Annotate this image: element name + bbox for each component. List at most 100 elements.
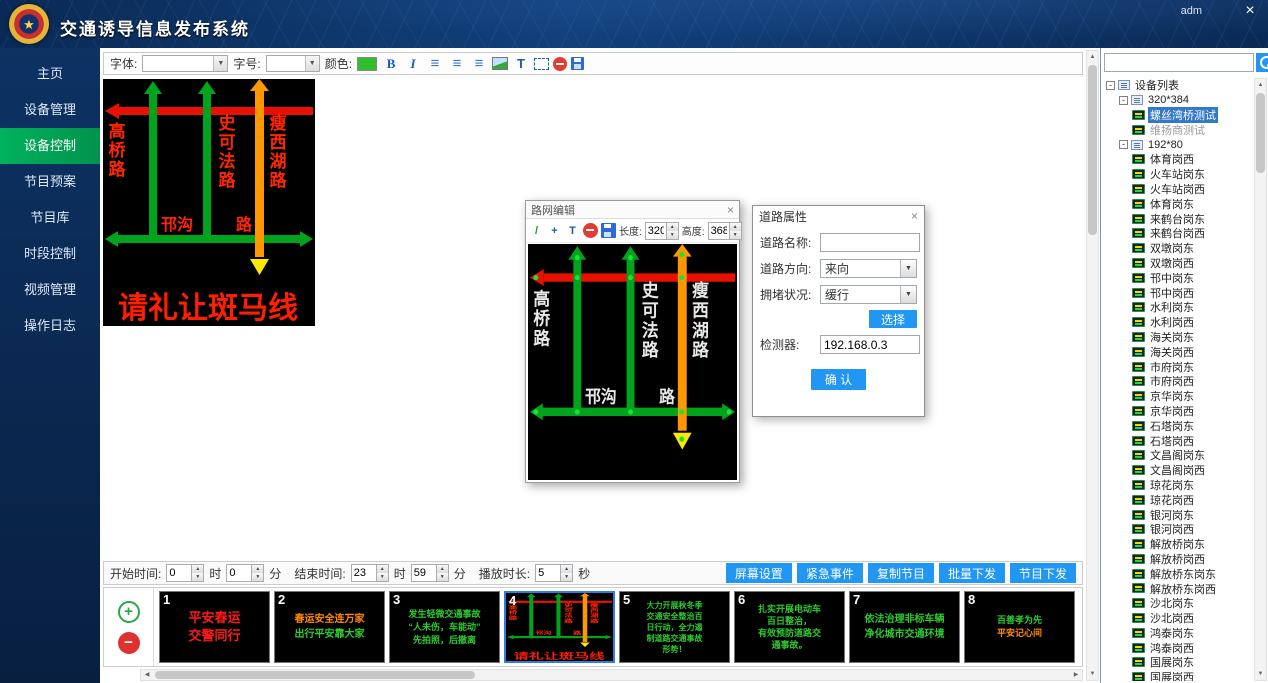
sidebar-item-device-management[interactable]: 设备管理 <box>0 92 100 128</box>
sidebar-item-operation-log[interactable]: 操作日志 <box>0 308 100 344</box>
tree-item-1-8[interactable]: 邗中岗东 <box>1103 270 1252 285</box>
tree-item-1-33[interactable]: 鸿泰岗西 <box>1103 640 1252 655</box>
copy-program-button[interactable]: 复制节目 <box>868 563 934 583</box>
tree-item-1-22[interactable]: 琼花岗东 <box>1103 478 1252 493</box>
device-search-input[interactable] <box>1104 53 1254 72</box>
tree-item-1-7[interactable]: 双墩岗西 <box>1103 256 1252 271</box>
sidebar-item-time-control[interactable]: 时段控制 <box>0 236 100 272</box>
tree-item-1-18[interactable]: 石塔岗东 <box>1103 418 1252 433</box>
editor-title-bar[interactable]: 路网编辑 × <box>526 201 739 219</box>
scrollbar-thumb[interactable] <box>155 671 475 679</box>
spin-down-icon[interactable]: ▼ <box>667 231 678 239</box>
spin-up-icon[interactable]: ▲ <box>667 223 678 231</box>
spin-down-icon[interactable]: ▼ <box>252 573 263 581</box>
tree-item-0-1[interactable]: 维扬商测试 <box>1103 122 1252 137</box>
spin-down-icon[interactable]: ▼ <box>561 573 572 581</box>
tree-item-1-0[interactable]: 体育岗西 <box>1103 152 1252 167</box>
batch-send-button[interactable]: 批量下发 <box>939 563 1005 583</box>
road-name-input[interactable] <box>820 233 920 252</box>
tree-item-1-23[interactable]: 琼花岗西 <box>1103 492 1252 507</box>
tree-item-0-0[interactable]: 螺丝湾桥测试 <box>1103 108 1252 123</box>
tree-item-1-9[interactable]: 邗中岗西 <box>1103 285 1252 300</box>
sidebar-item-device-control[interactable]: 设备控制 <box>0 128 100 164</box>
program-thumbnail-8[interactable]: 8百善孝为先平安记心间 <box>964 591 1075 663</box>
editor-close-icon[interactable]: × <box>727 203 734 217</box>
horizontal-scrollbar[interactable]: ◀ ▶ <box>140 669 1083 681</box>
sidebar-item-video-management[interactable]: 视频管理 <box>0 272 100 308</box>
emergency-event-button[interactable]: 紧急事件 <box>797 563 863 583</box>
tree-root[interactable]: -设备列表 <box>1103 78 1252 93</box>
program-thumbnail-1[interactable]: 1平安春运交警同行 <box>159 591 270 663</box>
tree-item-1-27[interactable]: 解放桥岗西 <box>1103 552 1252 567</box>
detector-input[interactable] <box>820 335 920 354</box>
remove-program-button[interactable]: − <box>118 632 140 654</box>
scroll-up-icon[interactable]: ▲ <box>1255 79 1266 91</box>
tree-item-1-16[interactable]: 京华岗东 <box>1103 389 1252 404</box>
spin-up-icon[interactable]: ▲ <box>730 223 741 231</box>
tree-item-1-6[interactable]: 双墩岗东 <box>1103 241 1252 256</box>
editor-map-canvas[interactable]: 高桥路史可法路瘦西湖路邗沟路 <box>528 244 737 480</box>
tree-item-1-3[interactable]: 体育岗东 <box>1103 196 1252 211</box>
tree-item-1-4[interactable]: 来鹤台岗东 <box>1103 211 1252 226</box>
tree-item-1-28[interactable]: 解放桥东岗东 <box>1103 566 1252 581</box>
save-icon[interactable] <box>601 223 616 238</box>
main-vertical-scrollbar[interactable]: ▲ ▼ <box>1086 50 1099 681</box>
tree-item-1-21[interactable]: 文昌阁岗西 <box>1103 463 1252 478</box>
program-send-button[interactable]: 节目下发 <box>1010 563 1076 583</box>
tree-item-1-35[interactable]: 国展岗西 <box>1103 670 1252 681</box>
end-minute-input[interactable] <box>412 565 436 581</box>
italic-icon[interactable]: I <box>404 55 422 73</box>
scroll-down-icon[interactable]: ▼ <box>1255 668 1266 680</box>
scroll-right-icon[interactable]: ▶ <box>1070 670 1082 680</box>
start-hour-input[interactable] <box>167 565 191 581</box>
color-swatch[interactable] <box>357 57 377 71</box>
insert-image-icon[interactable] <box>492 57 508 70</box>
delete-icon[interactable] <box>583 223 598 238</box>
duration-input[interactable] <box>536 565 560 581</box>
font-family-select[interactable]: ▼ <box>142 55 228 72</box>
tree-expander-icon[interactable]: - <box>1119 96 1128 105</box>
tree-item-1-12[interactable]: 海关岗东 <box>1103 330 1252 345</box>
spin-up-icon[interactable]: ▲ <box>377 565 388 573</box>
choose-button[interactable]: 选择 <box>869 310 917 328</box>
spin-up-icon[interactable]: ▲ <box>252 565 263 573</box>
move-tool-icon[interactable]: + <box>547 223 562 238</box>
tree-item-1-30[interactable]: 沙北岗东 <box>1103 596 1252 611</box>
line-tool-icon[interactable]: / <box>529 223 544 238</box>
user-name[interactable]: adm <box>1181 5 1202 17</box>
tree-item-1-1[interactable]: 火车站岗东 <box>1103 167 1252 182</box>
properties-close-icon[interactable]: × <box>911 209 918 223</box>
tree-vertical-scrollbar[interactable]: ▲ ▼ <box>1254 78 1267 681</box>
height-input[interactable] <box>709 223 729 239</box>
scroll-left-icon[interactable]: ◀ <box>141 670 153 680</box>
text-tool-icon[interactable]: T <box>565 223 580 238</box>
congestion-select[interactable]: 缓行▼ <box>820 285 917 304</box>
program-thumbnail-5[interactable]: 5大力开展秋冬季交通安全整治百日行动，全力遏制道路交通事故形势！ <box>619 591 730 663</box>
program-thumbnail-2[interactable]: 2春运安全连万家出行平安靠大家 <box>274 591 385 663</box>
tree-item-1-5[interactable]: 来鹤台岗西 <box>1103 226 1252 241</box>
tree-group-1[interactable]: -192*80 <box>1103 137 1252 152</box>
tree-item-1-34[interactable]: 国展岗东 <box>1103 655 1252 670</box>
scroll-down-icon[interactable]: ▼ <box>1087 668 1098 680</box>
spin-down-icon[interactable]: ▼ <box>377 573 388 581</box>
align-center-icon[interactable]: ≡ <box>448 55 466 73</box>
scroll-up-icon[interactable]: ▲ <box>1087 51 1098 63</box>
scrollbar-thumb[interactable] <box>1088 65 1097 235</box>
spin-up-icon[interactable]: ▲ <box>437 565 448 573</box>
road-direction-select[interactable]: 来向▼ <box>820 259 917 278</box>
window-close-icon[interactable]: × <box>1240 2 1260 20</box>
tree-item-1-13[interactable]: 海关岗西 <box>1103 344 1252 359</box>
delete-icon[interactable] <box>553 57 567 71</box>
bold-icon[interactable]: B <box>382 55 400 73</box>
program-thumbnail-4[interactable]: 4高桥路史可法路瘦西湖路邗沟路请礼让斑马线 <box>504 591 615 663</box>
tree-item-1-19[interactable]: 石塔岗西 <box>1103 433 1252 448</box>
tree-item-1-26[interactable]: 解放桥岗东 <box>1103 537 1252 552</box>
program-thumbnail-6[interactable]: 6扎实开展电动车百日整治，有效预防道路交通事故。 <box>734 591 845 663</box>
tree-item-1-24[interactable]: 银河岗东 <box>1103 507 1252 522</box>
program-thumbnail-7[interactable]: 7依法治理非标车辆净化城市交通环境 <box>849 591 960 663</box>
marquee-icon[interactable] <box>534 58 549 70</box>
add-program-button[interactable]: + <box>118 601 140 623</box>
save-icon[interactable] <box>571 57 584 70</box>
tree-expander-icon[interactable]: - <box>1106 81 1115 90</box>
program-thumbnail-3[interactable]: 3发生轻微交通事故“人未伤，车能动”先拍照，后撤离 <box>389 591 500 663</box>
